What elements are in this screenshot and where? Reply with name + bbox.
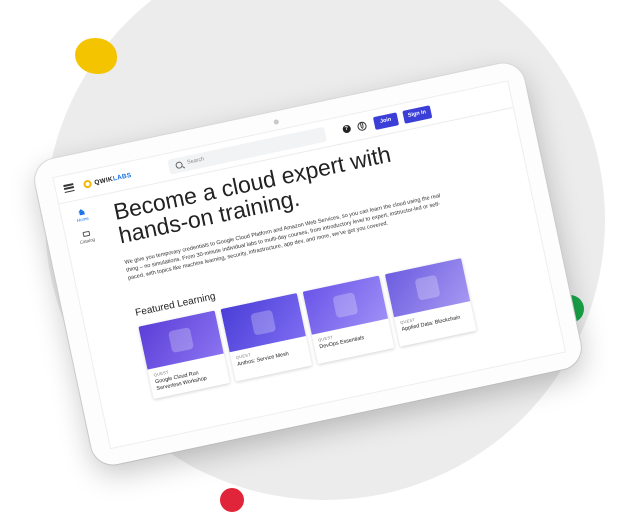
card-emblem-icon [167,327,195,354]
catalog-icon [81,230,90,238]
camera-dot [273,119,280,125]
sidebar-item-label: Catalog [79,236,96,245]
card-emblem-icon [250,309,277,336]
hamburger-menu-icon[interactable] [63,183,75,193]
sidebar-item-home[interactable]: Home [61,205,103,226]
sidebar-item-label: Home [76,215,90,224]
featured-card[interactable]: QUEST Applied Data: Blockchain [384,258,477,347]
card-emblem-icon [332,292,359,319]
search-placeholder: Search [186,156,205,166]
featured-card[interactable]: QUEST DevOps Essentials [302,275,395,365]
tablet-device: QWIK LABS Search ? Join Sign in Home Cat… [31,59,585,469]
logo-prefix: QWIK [93,175,114,187]
help-icon[interactable]: ? [341,124,352,134]
featured-card[interactable]: QUEST Google Cloud Run Serverless Worksh… [138,310,230,400]
card-emblem-icon [414,274,441,301]
qwiklabs-logo[interactable]: QWIK LABS [82,171,133,189]
featured-card[interactable]: QUEST Anthos: Service Mesh [220,292,313,382]
join-button[interactable]: Join [372,111,399,130]
tablet-mockup-wrapper: QWIK LABS Search ? Join Sign in Home Cat… [0,0,627,496]
globe-language-icon[interactable] [356,120,368,132]
logo-suffix: LABS [112,171,133,183]
search-icon [174,160,183,169]
sidebar-item-catalog[interactable]: Catalog [66,227,108,247]
tablet-screen: QWIK LABS Search ? Join Sign in Home Cat… [52,80,566,450]
home-icon-body [78,211,85,216]
sign-in-button[interactable]: Sign in [401,104,433,124]
logo-mark-icon [82,179,93,189]
